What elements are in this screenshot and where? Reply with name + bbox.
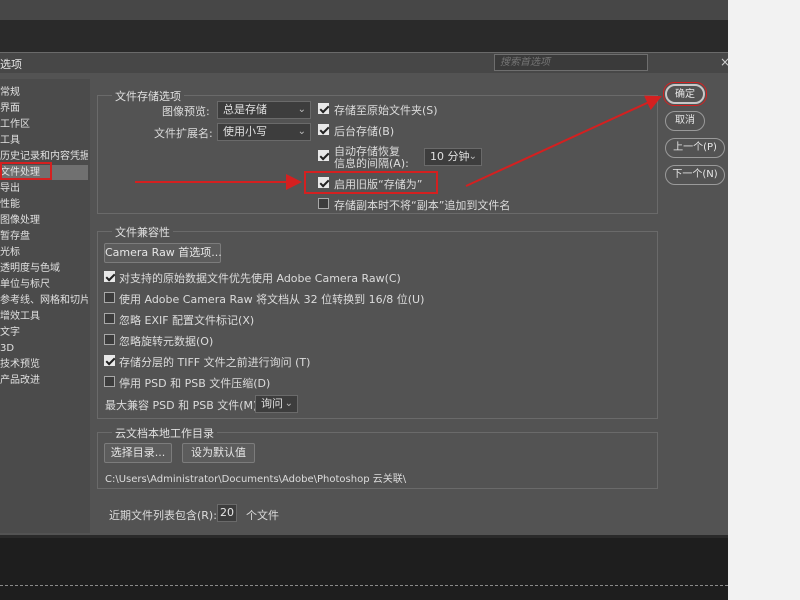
annotation-arrows — [135, 95, 662, 190]
preferences-dialog: 选项 × 常规 界面 工作区 工具 历史记录和内容凭据 文件处理 导出 性能 图… — [0, 52, 730, 535]
arrow-to-ok-button — [465, 95, 662, 187]
app-top-bar — [0, 0, 728, 20]
dashed-divider — [0, 585, 728, 586]
app-bottom-strip — [0, 538, 728, 600]
